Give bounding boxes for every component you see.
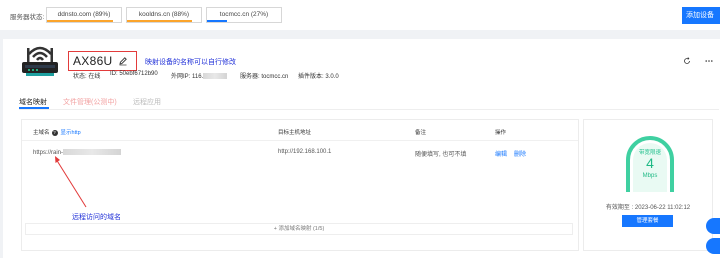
id-value: 50ebf6712b90 <box>119 71 158 77</box>
add-domain-mapping-button[interactable]: + 添加域名映射 (1/5) <box>25 223 573 235</box>
device-id-info: ID: 50ebf6712b90 <box>110 71 158 77</box>
server-name: tocmcc.cn (27%) <box>219 11 269 18</box>
tab-file-management[interactable]: 文件管理(公测中) <box>63 97 117 107</box>
bandwidth-unit: Mbps <box>642 173 658 179</box>
ip-redacted <box>203 73 228 79</box>
header-domain: 主域名? 显示http <box>33 128 81 136</box>
add-device-button[interactable]: 添加设备 <box>682 7 720 24</box>
header-remark: 备注 <box>415 130 427 136</box>
server-status-label: 服务器状态: <box>10 14 45 21</box>
tab-divider <box>19 109 719 110</box>
server-status-kooldns: kooldns.cn (88%) <box>126 7 202 23</box>
server-label: 服务器: <box>240 74 260 80</box>
status-label: 状态: <box>73 74 87 80</box>
floating-help-button[interactable] <box>706 238 720 254</box>
edit-link[interactable]: 编辑 <box>495 149 507 158</box>
more-icon[interactable] <box>705 57 713 65</box>
server-value: tocmcc.cn <box>261 74 289 80</box>
device-card: AX86U 映射设备的名称可以自行修改 状态: 在线 ID: 50ebf6712… <box>3 39 720 258</box>
id-label: ID: <box>110 71 118 77</box>
server-load-bar <box>47 20 113 22</box>
header-domain-label: 主域名 <box>33 130 50 136</box>
router-icon <box>22 46 58 76</box>
bandwidth-value: 4 <box>646 155 654 171</box>
server-load-bar <box>127 20 193 22</box>
edit-pencil-icon[interactable] <box>118 56 128 66</box>
floating-chat-button[interactable] <box>706 218 720 234</box>
plugin-label: 插件版本: <box>298 74 324 80</box>
server-name: kooldns.cn (88%) <box>138 11 190 18</box>
header-target-host: 目标主机地址 <box>278 130 312 136</box>
ip-label: 外网IP: <box>171 74 191 80</box>
domain-annotation: 远程访问的域名 <box>72 214 121 221</box>
domain-redacted <box>63 149 122 155</box>
server-name: ddnsto.com (89%) <box>57 11 111 18</box>
server-status-tocmcc: tocmcc.cn (27%) <box>206 7 282 23</box>
name-annotation: 映射设备的名称可以自行修改 <box>145 59 236 66</box>
bandwidth-panel: 带宽限速 4 Mbps 有效期至 : 2023-06-22 11:02:12 管… <box>583 119 713 251</box>
device-name: AX86U <box>73 54 113 68</box>
tab-domain-mapping[interactable]: 域名映射 <box>19 97 47 107</box>
status-info: 状态: 在线 <box>73 71 100 80</box>
status-value: 在线 <box>88 74 101 80</box>
help-icon[interactable]: ? <box>51 130 58 136</box>
external-ip-info: 外网IP: 116. <box>171 71 228 80</box>
expiry-date: 有效期至 : 2023-06-22 11:02:12 <box>605 205 691 211</box>
row-domain[interactable]: https://rain- <box>33 149 122 156</box>
delete-link[interactable]: 删除 <box>514 149 526 158</box>
plugin-value: 3.0.0 <box>325 74 339 80</box>
top-bar: 服务器状态: ddnsto.com (89%) kooldns.cn (88%)… <box>0 0 720 30</box>
gauge-text: 带宽限速 4 Mbps <box>622 132 678 194</box>
manage-plan-button[interactable]: 管理套餐 <box>622 215 673 227</box>
domain-mapping-table: 主域名? 显示http 目标主机地址 备注 操作 https://rain- ht… <box>21 119 579 251</box>
ip-value: 116. <box>192 74 204 80</box>
header-divider <box>22 140 578 141</box>
server-load-bar <box>207 20 227 22</box>
show-http-toggle[interactable]: 显示http <box>61 130 81 136</box>
header-action: 操作 <box>495 130 507 136</box>
tab-remote-apps[interactable]: 远程应用 <box>133 97 161 107</box>
server-status-ddnsto: ddnsto.com (89%) <box>46 7 122 23</box>
domain-value: https://rain- <box>33 150 64 156</box>
refresh-icon[interactable] <box>683 57 691 65</box>
plugin-version-info: 插件版本: 3.0.0 <box>298 71 339 80</box>
row-target-host: http://192.168.100.1 <box>278 149 332 155</box>
server-info: 服务器: tocmcc.cn <box>240 71 288 80</box>
row-remark: 随便填写, 也可不填 <box>415 152 467 158</box>
